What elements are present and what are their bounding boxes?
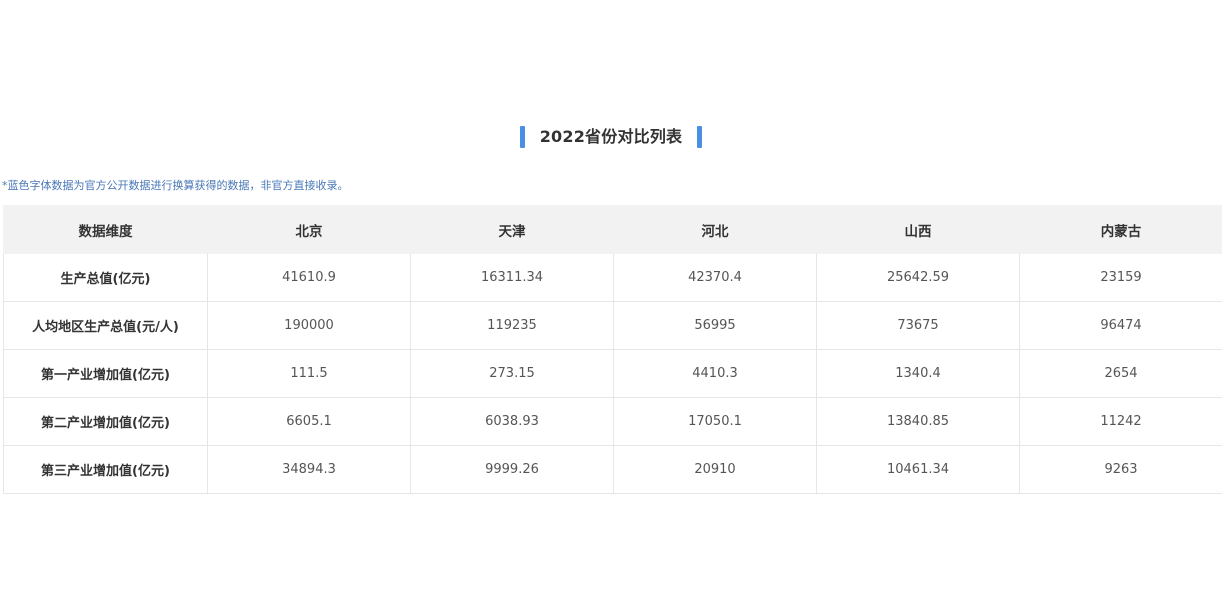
header-dimension: 数据维度 xyxy=(3,205,208,254)
header-tianjin: 天津 xyxy=(410,205,614,254)
table-cell: 96474 xyxy=(1019,301,1222,350)
table-row: 第一产业增加值(亿元) 111.5 273.15 4410.3 1340.4 2… xyxy=(3,349,1222,398)
table-cell: 273.15 xyxy=(410,349,614,398)
row-label: 第二产业增加值(亿元) xyxy=(3,397,208,446)
title-right-bar xyxy=(697,126,703,148)
table-row: 生产总值(亿元) 41610.9 16311.34 42370.4 25642.… xyxy=(3,253,1222,302)
data-source-note: *蓝色字体数据为官方公开数据进行换算获得的数据，非官方直接收录。 xyxy=(2,179,349,192)
table-cell: 10461.34 xyxy=(816,445,1020,494)
table-cell: 1340.4 xyxy=(816,349,1020,398)
table-cell: 42370.4 xyxy=(613,253,817,302)
table-cell: 9999.26 xyxy=(410,445,614,494)
row-label: 生产总值(亿元) xyxy=(3,253,208,302)
header-hebei: 河北 xyxy=(613,205,817,254)
table-cell: 25642.59 xyxy=(816,253,1020,302)
table-cell: 190000 xyxy=(207,301,411,350)
table-cell: 16311.34 xyxy=(410,253,614,302)
province-comparison-table: 数据维度 北京 天津 河北 山西 内蒙古 生产总值(亿元) 41610.9 16… xyxy=(3,205,1222,494)
comparison-table-container: 数据维度 北京 天津 河北 山西 内蒙古 生产总值(亿元) 41610.9 16… xyxy=(3,205,1222,494)
table-cell: 9263 xyxy=(1019,445,1222,494)
row-label: 人均地区生产总值(元/人) xyxy=(3,301,208,350)
title-section: 2022省份对比列表 xyxy=(0,125,1222,149)
table-row: 人均地区生产总值(元/人) 190000 119235 56995 73675 … xyxy=(3,301,1222,350)
table-cell: 56995 xyxy=(613,301,817,350)
table-row: 第二产业增加值(亿元) 6605.1 6038.93 17050.1 13840… xyxy=(3,397,1222,446)
table-cell: 6038.93 xyxy=(410,397,614,446)
header-beijing: 北京 xyxy=(207,205,411,254)
row-label: 第一产业增加值(亿元) xyxy=(3,349,208,398)
row-label: 第三产业增加值(亿元) xyxy=(3,445,208,494)
table-cell: 2654 xyxy=(1019,349,1222,398)
table-cell: 11242 xyxy=(1019,397,1222,446)
table-cell: 17050.1 xyxy=(613,397,817,446)
table-cell: 13840.85 xyxy=(816,397,1020,446)
table-cell: 119235 xyxy=(410,301,614,350)
table-cell: 111.5 xyxy=(207,349,411,398)
header-shanxi: 山西 xyxy=(816,205,1020,254)
table-cell: 4410.3 xyxy=(613,349,817,398)
header-inner-mongolia: 内蒙古 xyxy=(1019,205,1222,254)
table-header-row: 数据维度 北京 天津 河北 山西 内蒙古 xyxy=(3,205,1222,254)
table-cell: 34894.3 xyxy=(207,445,411,494)
table-cell: 23159 xyxy=(1019,253,1222,302)
table-cell: 20910 xyxy=(613,445,817,494)
title-left-bar xyxy=(519,126,525,148)
page: 2022省份对比列表 *蓝色字体数据为官方公开数据进行换算获得的数据，非官方直接… xyxy=(0,0,1222,611)
table-cell: 73675 xyxy=(816,301,1020,350)
table-row: 第三产业增加值(亿元) 34894.3 9999.26 20910 10461.… xyxy=(3,445,1222,494)
table-cell: 6605.1 xyxy=(207,397,411,446)
page-title: 2022省份对比列表 xyxy=(539,127,683,146)
table-cell: 41610.9 xyxy=(207,253,411,302)
